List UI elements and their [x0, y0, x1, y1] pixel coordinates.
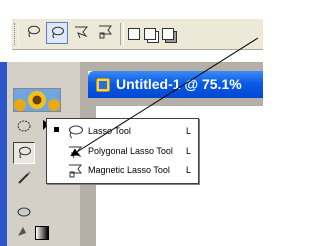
annotation-arrow [70, 37, 259, 157]
